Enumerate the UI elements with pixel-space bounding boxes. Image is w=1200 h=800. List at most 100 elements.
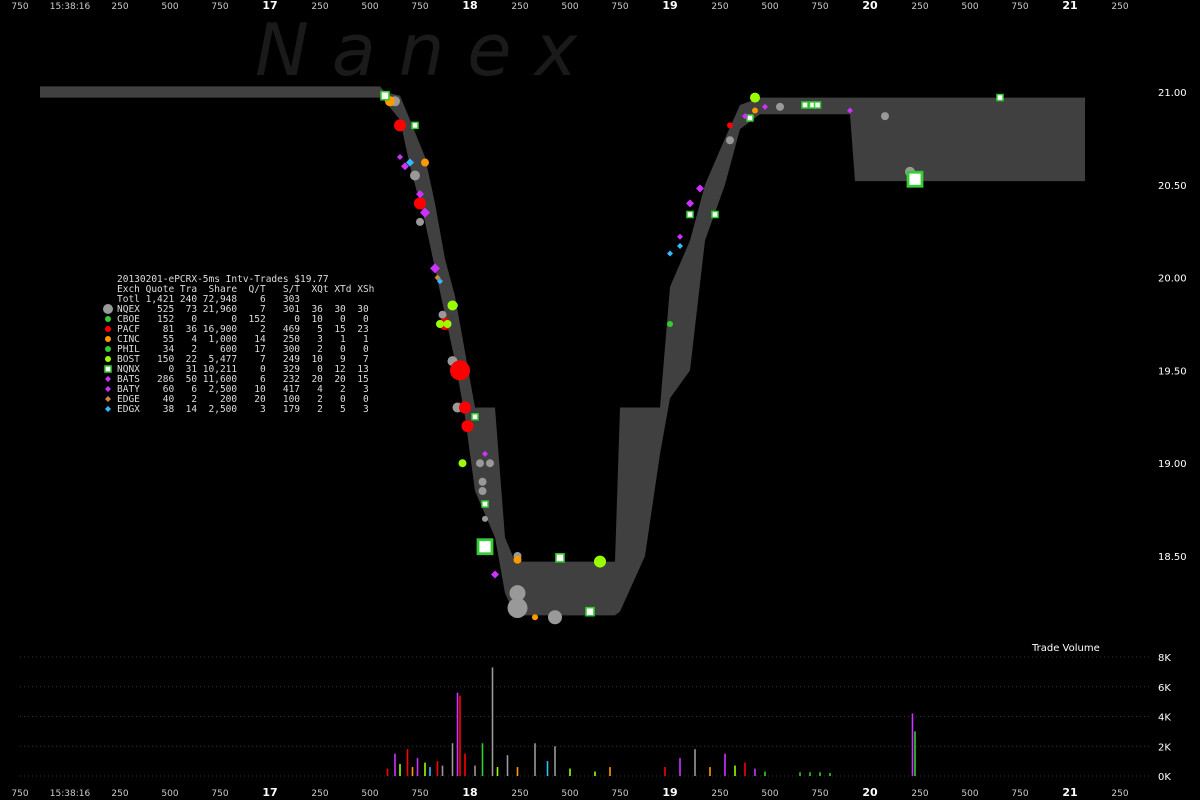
trade-point-bost bbox=[447, 300, 458, 311]
trade-point-nqex bbox=[548, 610, 562, 625]
time-tick-label: 17 bbox=[262, 786, 277, 799]
time-tick-label: 500 bbox=[761, 2, 778, 12]
time-tick-label: 750 bbox=[1011, 2, 1028, 12]
time-tick-label: 250 bbox=[111, 789, 128, 799]
price-tick-label: 19.50 bbox=[1158, 366, 1187, 377]
volume-bar bbox=[534, 743, 536, 776]
volume-bar bbox=[554, 746, 556, 776]
legend-row-edgx: EDGX 38 14 2,500 3 179 2 5 3 bbox=[117, 404, 369, 415]
volume-bar bbox=[744, 762, 746, 776]
volume-bar bbox=[724, 753, 726, 776]
time-tick-label: 750 bbox=[811, 789, 828, 799]
trade-point-nqnx bbox=[686, 210, 694, 219]
time-tick-label: 250 bbox=[1111, 789, 1128, 799]
volume-bar bbox=[799, 772, 801, 776]
trade-markers bbox=[380, 90, 1004, 625]
volume-bar bbox=[474, 765, 476, 776]
volume-bar bbox=[399, 764, 401, 776]
time-tick-label: 19 bbox=[662, 0, 677, 12]
time-tick-label: 750 bbox=[611, 2, 628, 12]
trade-point-nqnx bbox=[711, 210, 719, 219]
trade-point-edgx bbox=[667, 250, 673, 257]
volume-bar bbox=[516, 767, 519, 776]
volume-bar bbox=[451, 743, 454, 776]
trade-point-nqex bbox=[416, 217, 424, 226]
trade-point-nqex bbox=[476, 459, 484, 468]
trade-point-nqex bbox=[881, 112, 889, 121]
volume-bar bbox=[429, 767, 431, 776]
volume-bar bbox=[569, 768, 571, 776]
volume-bar bbox=[491, 667, 494, 776]
volume-bar bbox=[386, 768, 389, 776]
trade-point-nqex bbox=[438, 310, 447, 319]
time-tick-label: 750 bbox=[11, 789, 28, 799]
legend-marker-baty bbox=[105, 386, 111, 392]
time-tick-label: 500 bbox=[961, 2, 978, 12]
nanex-chart: N a n e x 750 15:38:16 250 500 750 17 250 500 75… bbox=[11, 0, 1187, 799]
legend-marker-bats bbox=[105, 376, 111, 382]
time-tick-label: 250 bbox=[511, 2, 528, 12]
trade-point-nqnx bbox=[471, 413, 479, 421]
trade-point-nqnx bbox=[746, 114, 754, 122]
time-tick-label: 250 bbox=[1111, 2, 1128, 12]
price-tick-label: 19.00 bbox=[1158, 459, 1187, 470]
trade-point-pacf bbox=[394, 119, 406, 132]
legend-marker-pacf bbox=[105, 326, 111, 332]
trade-point-cinc bbox=[752, 107, 758, 114]
time-tick-label: 18 bbox=[462, 786, 477, 799]
volume-tick-label: 0K bbox=[1158, 772, 1171, 783]
time-tick-label: 250 bbox=[711, 2, 728, 12]
volume-bar bbox=[819, 772, 821, 776]
time-tick-label: 750 bbox=[11, 2, 28, 12]
exchange-legend: 20130201-ePCRX-5ms Intv-Trades $19.77 Ex… bbox=[103, 274, 374, 415]
trade-point-nqnx bbox=[476, 538, 494, 556]
volume-bar bbox=[464, 753, 466, 776]
trade-point-nqex bbox=[482, 515, 488, 522]
legend-marker-edgx bbox=[105, 406, 111, 412]
trade-point-bats bbox=[686, 199, 694, 208]
trade-point-nqex bbox=[410, 170, 420, 181]
volume-tick-label: 6K bbox=[1158, 683, 1171, 694]
legend-marker-edge bbox=[105, 396, 111, 402]
legend-marker-cinc bbox=[105, 336, 111, 342]
trade-point-nqex bbox=[486, 459, 494, 468]
time-tick-label: 500 bbox=[161, 2, 178, 12]
time-tick-label: 17 bbox=[262, 0, 277, 12]
volume-label: Trade Volume bbox=[1031, 643, 1100, 654]
volume-bar bbox=[546, 761, 549, 776]
price-tick-label: 18.50 bbox=[1158, 552, 1187, 563]
trade-point-baty bbox=[397, 153, 403, 160]
volume-bar bbox=[914, 731, 916, 776]
watermark: N a n e x bbox=[255, 8, 578, 92]
trade-point-pacf bbox=[459, 401, 471, 414]
volume-bar bbox=[481, 743, 484, 776]
time-tick-label: 250 bbox=[711, 789, 728, 799]
time-tick-label: 500 bbox=[361, 789, 378, 799]
volume-bar bbox=[406, 749, 409, 776]
price-tick-label: 21.00 bbox=[1158, 88, 1187, 99]
price-axis: 21.00 20.50 20.00 19.50 19.00 18.50 bbox=[1158, 88, 1187, 563]
volume-bar bbox=[609, 767, 611, 776]
trade-point-cboe bbox=[667, 321, 673, 327]
trade-point-bost bbox=[436, 320, 444, 328]
time-tick-label: 19 bbox=[662, 786, 677, 799]
time-tick-label: 500 bbox=[761, 789, 778, 799]
trade-point-nqex bbox=[478, 487, 487, 496]
volume-chart: 8K 6K 4K 2K 0K bbox=[20, 653, 1171, 783]
legend-marker-phil bbox=[105, 346, 111, 352]
time-tick-label: 21 bbox=[1062, 0, 1077, 12]
price-tick-label: 20.50 bbox=[1158, 181, 1187, 192]
trade-point-nqnx bbox=[996, 93, 1004, 102]
time-tick-label: 500 bbox=[561, 2, 578, 12]
trade-point-edgx bbox=[677, 243, 683, 250]
time-tick-label: 250 bbox=[511, 789, 528, 799]
legend-marker-cboe bbox=[105, 316, 111, 322]
time-tick-label: 500 bbox=[161, 789, 178, 799]
volume-tick-label: 2K bbox=[1158, 742, 1171, 753]
legend-marker-nqnx bbox=[104, 365, 112, 373]
trade-point-cinc bbox=[421, 158, 429, 167]
volume-bar bbox=[764, 771, 766, 776]
volume-bar bbox=[679, 758, 681, 776]
volume-tick-label: 4K bbox=[1158, 713, 1171, 724]
time-tick-label: 750 bbox=[1011, 789, 1028, 799]
